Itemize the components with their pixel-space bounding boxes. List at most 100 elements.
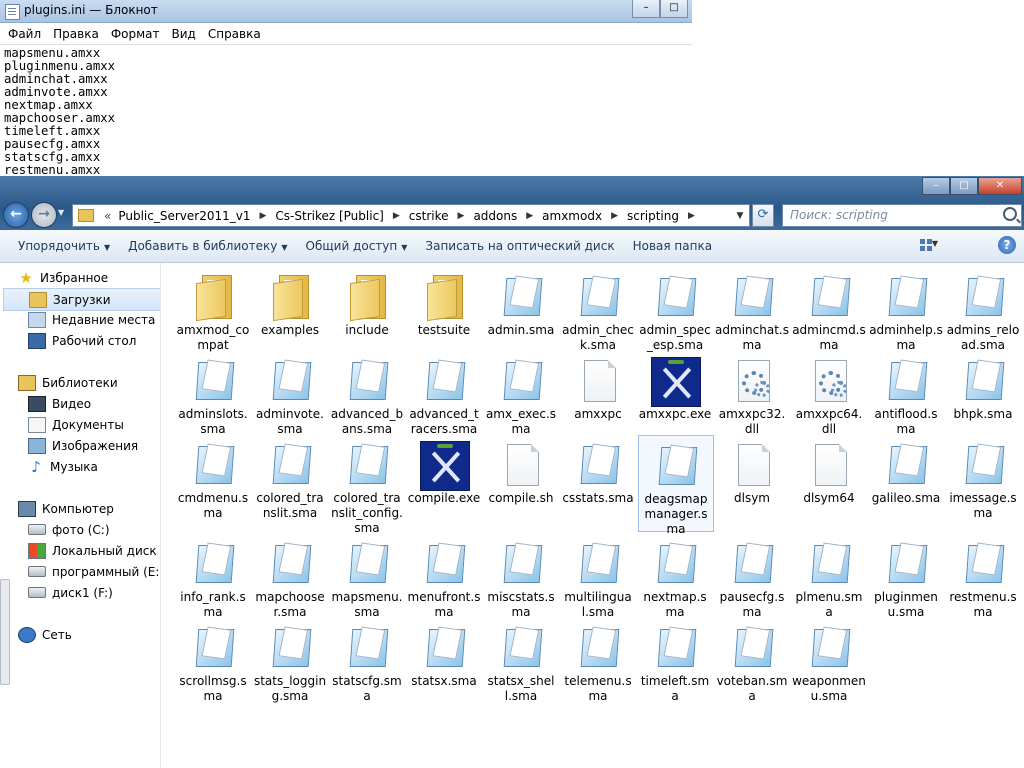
file-item[interactable]: miscstats.sma <box>484 534 558 620</box>
file-item[interactable]: telemenu.sma <box>561 618 635 704</box>
breadcrumb-item[interactable]: scripting <box>627 209 679 223</box>
breadcrumb-item[interactable]: cstrike <box>409 209 449 223</box>
file-item[interactable]: pausecfg.sma <box>715 534 789 620</box>
nav-libraries[interactable]: Библиотеки <box>0 372 160 393</box>
file-item[interactable]: examples <box>253 267 327 338</box>
menu-view[interactable]: Вид <box>166 27 202 41</box>
menu-edit[interactable]: Правка <box>47 27 105 41</box>
breadcrumb-item[interactable]: amxmodx <box>542 209 602 223</box>
file-item[interactable]: compile.exe <box>407 435 481 506</box>
file-item[interactable]: cmdmenu.sma <box>176 435 250 521</box>
file-item[interactable]: multilingual.sma <box>561 534 635 620</box>
file-item[interactable]: menufront.sma <box>407 534 481 620</box>
close-icon[interactable]: ✕ <box>978 177 1022 195</box>
explorer-title-bar[interactable]: – □ ✕ ← → ▼ « Public_Server2011_v1 ▶ Cs-S… <box>0 176 1024 230</box>
file-item[interactable]: adminslots.sma <box>176 351 250 437</box>
nav-downloads[interactable]: Загрузки <box>3 288 160 311</box>
breadcrumb-item[interactable]: addons <box>473 209 517 223</box>
chevron-down-icon[interactable]: ▼ <box>932 239 938 248</box>
maximize-icon[interactable]: □ <box>950 177 978 195</box>
nav-drive-c[interactable]: фото (C:) <box>0 519 160 540</box>
nav-music[interactable]: ♪ Музыка <box>0 456 160 477</box>
file-item[interactable]: galileo.sma <box>869 435 943 506</box>
file-item[interactable]: admins_reload.sma <box>946 267 1020 353</box>
refresh-button[interactable]: ⟳ <box>752 204 774 227</box>
nav-drive-f[interactable]: диск1 (F:) <box>0 582 160 603</box>
file-item[interactable]: amxxpc <box>561 351 635 422</box>
file-item[interactable]: admin_spec_esp.sma <box>638 267 712 353</box>
file-item[interactable]: statsx_shell.sma <box>484 618 558 704</box>
chevron-right-icon[interactable]: ▶ <box>688 211 695 221</box>
nav-drive-d[interactable]: Локальный диск (D <box>0 540 160 561</box>
menu-file[interactable]: Файл <box>2 27 47 41</box>
back-button[interactable]: ← <box>3 202 29 228</box>
file-item[interactable]: amx_exec.sma <box>484 351 558 437</box>
chevron-right-icon[interactable]: ▶ <box>611 211 618 221</box>
nav-images[interactable]: Изображения <box>0 435 160 456</box>
nav-favorites[interactable]: ★ Избранное <box>0 267 160 288</box>
file-item[interactable]: adminchat.sma <box>715 267 789 353</box>
file-item[interactable]: advanced_tracers.sma <box>407 351 481 437</box>
new-folder-button[interactable]: Новая папка <box>615 239 712 253</box>
file-item[interactable]: nextmap.sma <box>638 534 712 620</box>
breadcrumb-item[interactable]: Public_Server2011_v1 <box>118 209 250 223</box>
file-item[interactable]: deagsmapmanager.sma <box>638 435 714 536</box>
menu-format[interactable]: Формат <box>105 27 166 41</box>
file-item[interactable]: include <box>330 267 404 338</box>
file-item[interactable]: statscfg.sma <box>330 618 404 704</box>
file-item[interactable]: statsx.sma <box>407 618 481 689</box>
nav-drive-e[interactable]: программный (E:) <box>0 561 160 582</box>
minimize-icon[interactable]: – <box>922 177 950 195</box>
chevron-right-icon[interactable]: ▶ <box>526 211 533 221</box>
breadcrumb-overflow[interactable]: « <box>104 209 111 223</box>
search-icon[interactable] <box>1003 207 1017 221</box>
file-item[interactable]: restmenu.sma <box>946 534 1020 620</box>
burn-button[interactable]: Записать на оптический диск <box>407 239 614 253</box>
file-item[interactable]: scrollmsg.sma <box>176 618 250 704</box>
file-item[interactable]: admincmd.sma <box>792 267 866 353</box>
file-item[interactable]: mapchooser.sma <box>253 534 327 620</box>
help-icon[interactable]: ? <box>998 236 1016 254</box>
file-item[interactable]: bhpk.sma <box>946 351 1020 422</box>
file-item[interactable]: dlsym64 <box>792 435 866 506</box>
notepad-title-bar[interactable]: plugins.ini — Блокнот – □ <box>0 0 692 23</box>
file-item[interactable]: amxxpc32.dll <box>715 351 789 437</box>
file-item[interactable]: admin_check.sma <box>561 267 635 353</box>
file-item[interactable]: dlsym <box>715 435 789 506</box>
maximize-icon[interactable]: □ <box>660 0 688 18</box>
file-item[interactable]: pluginmenu.sma <box>869 534 943 620</box>
chevron-right-icon[interactable]: ▶ <box>259 211 266 221</box>
file-item[interactable]: colored_translit_config.sma <box>330 435 404 536</box>
nav-network[interactable]: Сеть <box>0 624 160 645</box>
file-item[interactable]: testsuite <box>407 267 481 338</box>
file-item[interactable]: amxxpc64.dll <box>792 351 866 437</box>
file-item[interactable]: amxxpc.exe <box>638 351 712 422</box>
file-item[interactable]: adminhelp.sma <box>869 267 943 353</box>
file-item[interactable]: imessage.sma <box>946 435 1020 521</box>
notepad-text-area[interactable]: mapsmenu.amxx pluginmenu.amxx adminchat.… <box>0 45 692 179</box>
address-bar[interactable]: « Public_Server2011_v1 ▶ Cs-Strikez [Publ… <box>72 204 750 227</box>
nav-scrollbar[interactable] <box>0 579 10 685</box>
organize-button[interactable]: Упорядочить ▼ <box>0 239 110 253</box>
nav-documents[interactable]: Документы <box>0 414 160 435</box>
nav-computer[interactable]: Компьютер <box>0 498 160 519</box>
nav-recent-places[interactable]: Недавние места <box>0 309 160 330</box>
file-item[interactable]: colored_translit.sma <box>253 435 327 521</box>
share-button[interactable]: Общий доступ ▼ <box>288 239 408 253</box>
search-input[interactable]: Поиск: scripting <box>782 204 1022 227</box>
file-item[interactable]: adminvote.sma <box>253 351 327 437</box>
file-item[interactable]: amxmod_compat <box>176 267 250 353</box>
minimize-icon[interactable]: – <box>632 0 660 18</box>
file-item[interactable]: weaponmenu.sma <box>792 618 866 704</box>
file-item[interactable]: info_rank.sma <box>176 534 250 620</box>
chevron-right-icon[interactable]: ▶ <box>393 211 400 221</box>
file-item[interactable]: stats_logging.sma <box>253 618 327 704</box>
file-item[interactable]: compile.sh <box>484 435 558 506</box>
nav-video[interactable]: Видео <box>0 393 160 414</box>
file-item[interactable]: csstats.sma <box>561 435 635 506</box>
file-item[interactable]: advanced_bans.sma <box>330 351 404 437</box>
chevron-down-icon[interactable]: ▼ <box>731 211 749 221</box>
add-to-library-button[interactable]: Добавить в библиотеку ▼ <box>110 239 287 253</box>
history-dropdown-icon[interactable]: ▼ <box>58 208 64 217</box>
file-item[interactable]: admin.sma <box>484 267 558 338</box>
